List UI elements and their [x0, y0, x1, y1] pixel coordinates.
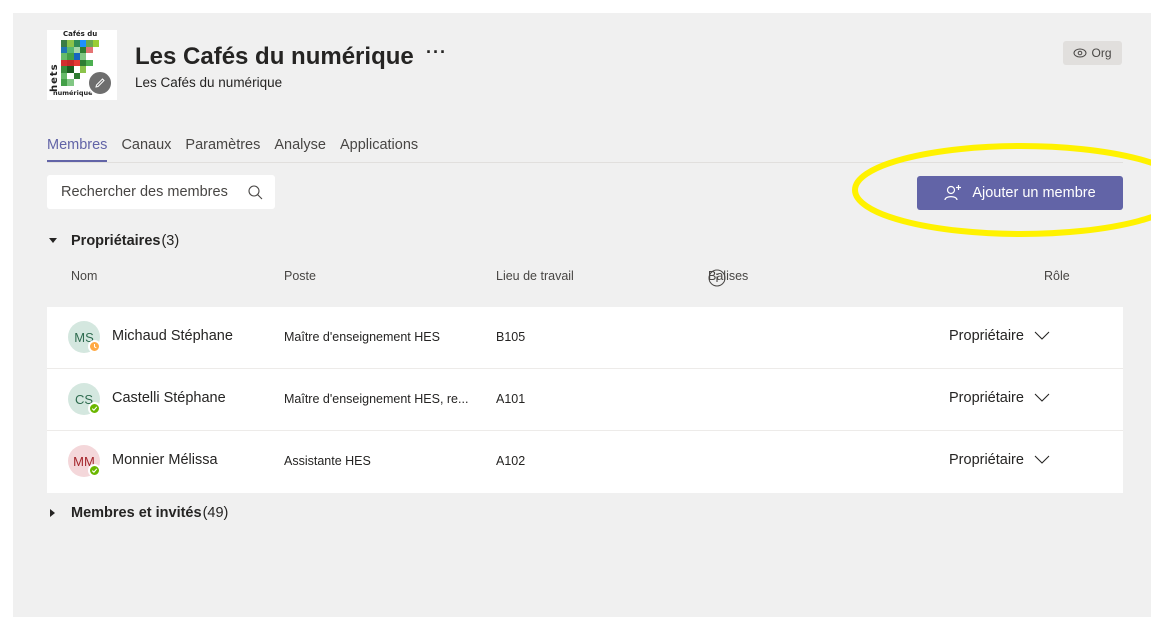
owners-section-header[interactable]: Propriétaires (3)	[47, 233, 179, 249]
owners-table: MS Michaud Stéphane Maître d'enseignemen…	[47, 307, 1123, 493]
logo-bottom-text: numérique	[53, 89, 93, 97]
column-headers: Nom Poste Lieu de travail Balises Rôle	[47, 269, 1123, 289]
member-name: Monnier Mélissa	[112, 452, 218, 468]
app-frame: Cafés du hets numérique Les Cafés du num…	[13, 13, 1151, 617]
search-icon	[248, 184, 263, 199]
table-row[interactable]: MM Monnier Mélissa Assistante HES A102 P…	[47, 431, 1123, 493]
role-label: Propriétaire	[949, 390, 1024, 406]
col-header-poste: Poste	[284, 269, 316, 283]
role-dropdown[interactable]: Propriétaire	[949, 328, 1050, 344]
members-section-header[interactable]: Membres et invités (49)	[47, 505, 228, 521]
col-header-balises-label: Balises	[708, 269, 749, 283]
chevron-down-icon	[1034, 455, 1050, 464]
tab-parametres[interactable]: Paramètres	[185, 137, 260, 162]
table-row[interactable]: MS Michaud Stéphane Maître d'enseignemen…	[47, 307, 1123, 369]
col-header-balises: Balises	[708, 269, 748, 287]
add-person-icon	[944, 185, 962, 201]
team-logo[interactable]: Cafés du hets numérique	[47, 30, 117, 100]
tab-analyse[interactable]: Analyse	[274, 137, 326, 162]
caret-down-icon	[47, 235, 59, 247]
eye-icon	[1073, 48, 1087, 58]
edit-logo-button[interactable]	[87, 70, 113, 96]
tab-bar: Membres Canaux Paramètres Analyse Applic…	[47, 137, 432, 162]
members-section-title: Membres et invités	[71, 505, 202, 521]
caret-right-icon	[47, 507, 59, 519]
table-row[interactable]: CS Castelli Stéphane Maître d'enseigneme…	[47, 369, 1123, 431]
org-badge[interactable]: Org	[1063, 41, 1122, 65]
status-available-icon	[88, 402, 101, 415]
role-label: Propriétaire	[949, 328, 1024, 344]
members-section-count: (49)	[202, 505, 229, 521]
role-dropdown[interactable]: Propriétaire	[949, 452, 1050, 468]
member-name: Michaud Stéphane	[112, 328, 233, 344]
owners-section-count: (3)	[161, 233, 180, 249]
member-name: Castelli Stéphane	[112, 390, 226, 406]
col-header-role: Rôle	[1044, 269, 1070, 283]
role-dropdown[interactable]: Propriétaire	[949, 390, 1050, 406]
member-poste: Maître d'enseignement HES	[284, 330, 440, 344]
team-subtitle: Les Cafés du numérique	[135, 75, 283, 90]
owners-section-title: Propriétaires	[71, 233, 161, 249]
role-label: Propriétaire	[949, 452, 1024, 468]
member-lieu: A102	[496, 454, 526, 468]
tab-membres[interactable]: Membres	[47, 137, 108, 162]
col-header-nom: Nom	[71, 269, 98, 283]
team-title: Les Cafés du numérique	[135, 43, 414, 70]
logo-top-text: Cafés du	[63, 30, 98, 38]
tabs-divider	[47, 162, 1123, 163]
chevron-down-icon	[1034, 331, 1050, 340]
chevron-down-icon	[1034, 393, 1050, 402]
member-lieu: B105	[496, 330, 526, 344]
member-poste: Assistante HES	[284, 454, 371, 468]
logo-side-text: hets	[49, 63, 60, 92]
status-available-icon	[88, 464, 101, 477]
pencil-icon	[95, 78, 105, 88]
col-header-lieu: Lieu de travail	[496, 269, 574, 283]
member-lieu: A101	[496, 392, 526, 406]
search-placeholder: Rechercher des membres	[61, 184, 228, 200]
add-member-label: Ajouter un membre	[972, 185, 1096, 201]
tab-applications[interactable]: Applications	[340, 137, 418, 162]
more-options-button[interactable]: ···	[426, 42, 447, 63]
status-away-icon	[88, 340, 101, 353]
member-poste: Maître d'enseignement HES, re...	[284, 392, 469, 406]
org-label: Org	[1091, 46, 1112, 60]
search-members-input[interactable]: Rechercher des membres	[47, 175, 275, 209]
add-member-button[interactable]: Ajouter un membre	[917, 176, 1123, 210]
tab-canaux[interactable]: Canaux	[121, 137, 171, 162]
